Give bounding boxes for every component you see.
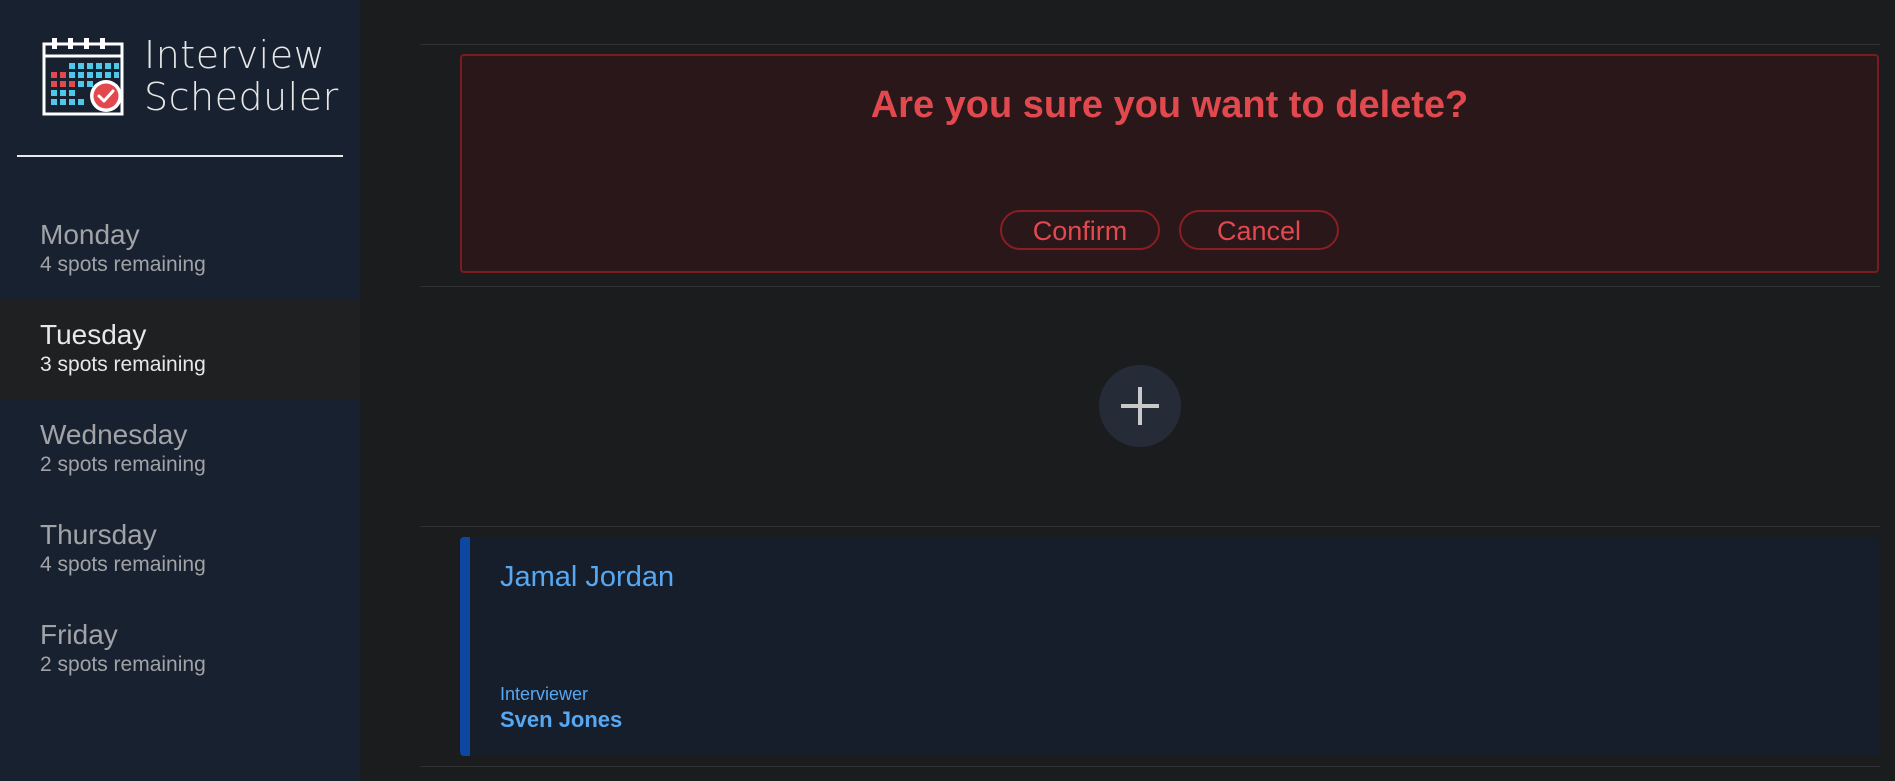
app-title: Interview Scheduler bbox=[144, 34, 339, 118]
day-spots: 4 spots remaining bbox=[40, 553, 206, 576]
slot-divider bbox=[420, 44, 1880, 45]
day-item-tuesday[interactable]: Tuesday 3 spots remaining bbox=[0, 300, 360, 400]
day-name: Monday bbox=[40, 219, 140, 250]
day-item-friday[interactable]: Friday 2 spots remaining bbox=[0, 600, 360, 700]
app-title-line1: Interview bbox=[144, 33, 326, 77]
day-spots: 2 spots remaining bbox=[40, 653, 206, 676]
appointment-card: Jamal Jordan Interviewer Sven Jones bbox=[460, 537, 1879, 756]
sidebar: Interview Scheduler Monday 4 spots remai… bbox=[0, 0, 360, 781]
sidebar-divider bbox=[17, 155, 343, 157]
brand: Interview Scheduler bbox=[42, 34, 339, 118]
confirm-message: Are you sure you want to delete? bbox=[870, 84, 1469, 126]
student-name: Jamal Jordan bbox=[500, 561, 675, 593]
interviewer-label: Interviewer bbox=[500, 684, 589, 704]
day-item-monday[interactable]: Monday 4 spots remaining bbox=[0, 200, 360, 300]
interviewer-name: Sven Jones bbox=[500, 707, 623, 732]
confirm-actions: Confirm Cancel bbox=[462, 210, 1877, 250]
day-name: Tuesday bbox=[40, 319, 147, 350]
day-item-wednesday[interactable]: Wednesday 2 spots remaining bbox=[0, 400, 360, 500]
day-spots: 3 spots remaining bbox=[40, 353, 206, 376]
day-name: Friday bbox=[40, 619, 118, 650]
day-spots: 2 spots remaining bbox=[40, 453, 206, 476]
plus-icon bbox=[1121, 387, 1159, 425]
day-list: Monday 4 spots remaining Tuesday 3 spots… bbox=[0, 200, 360, 700]
slot-divider bbox=[420, 286, 1880, 287]
day-spots: 4 spots remaining bbox=[40, 253, 206, 276]
app-title-line2: Scheduler bbox=[144, 75, 339, 119]
calendar-check-icon bbox=[42, 38, 124, 116]
slot-divider bbox=[420, 766, 1880, 767]
day-name: Wednesday bbox=[40, 419, 188, 450]
confirm-button[interactable]: Confirm bbox=[1000, 210, 1160, 250]
day-name: Thursday bbox=[40, 519, 157, 550]
delete-confirm-card: Are you sure you want to delete? Confirm… bbox=[460, 54, 1879, 273]
slot-divider bbox=[420, 526, 1880, 527]
day-item-thursday[interactable]: Thursday 4 spots remaining bbox=[0, 500, 360, 600]
add-appointment-button[interactable] bbox=[1099, 365, 1181, 447]
cancel-button[interactable]: Cancel bbox=[1179, 210, 1339, 250]
